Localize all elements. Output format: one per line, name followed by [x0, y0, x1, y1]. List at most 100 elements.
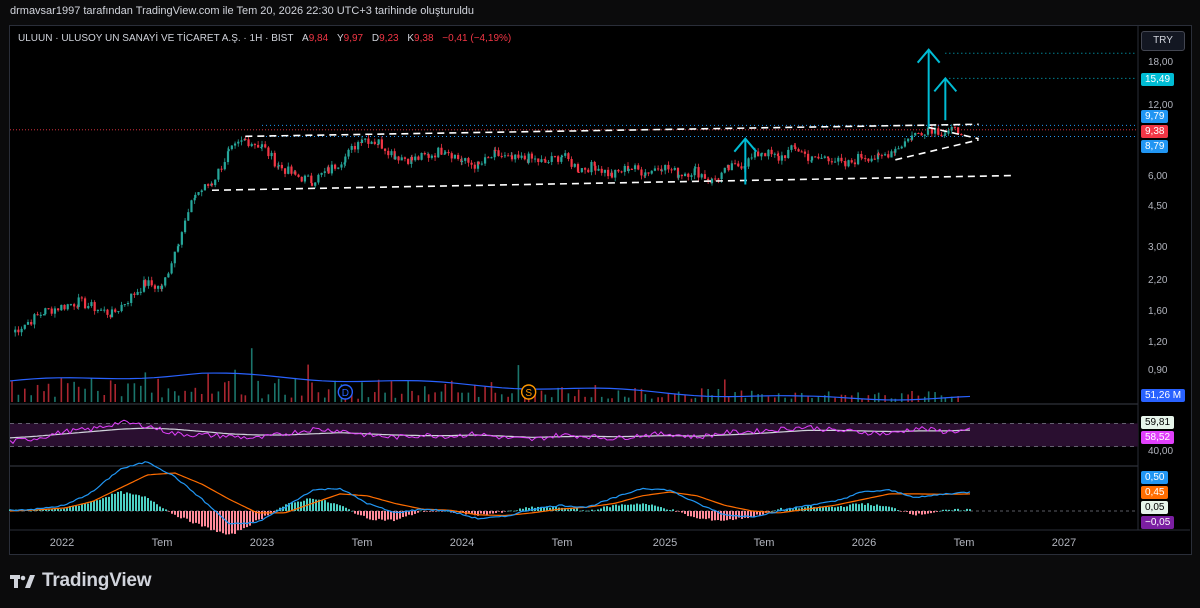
volume-bar	[617, 390, 620, 402]
macd-histogram-bar	[930, 511, 932, 514]
macd-histogram-bar	[879, 505, 881, 511]
candle-body	[303, 175, 307, 182]
currency-button[interactable]: TRY	[1141, 31, 1185, 51]
macd-histogram-bar	[684, 511, 686, 514]
candle-body	[114, 309, 117, 312]
macd-histogram-bar	[867, 503, 869, 511]
macd-histogram-bar	[81, 504, 83, 511]
candle-body	[564, 153, 567, 156]
volume-bar	[66, 383, 69, 402]
macd-histogram-bar	[693, 511, 695, 518]
candle-body	[117, 311, 120, 313]
candle-body	[844, 161, 847, 167]
candle-body	[203, 184, 207, 191]
macd-histogram-bar	[375, 511, 377, 521]
volume-bar	[644, 394, 647, 402]
candle-body	[750, 157, 753, 159]
hist-tag: 0,05	[1141, 501, 1169, 514]
candle-body	[14, 329, 17, 333]
volume-bar	[944, 398, 947, 402]
macd-histogram-bar	[162, 508, 164, 511]
price-tick: 0,90	[1148, 365, 1168, 376]
volume-bar	[500, 394, 503, 402]
macd-histogram-bar	[624, 504, 626, 511]
volume-bar	[277, 378, 280, 402]
candle-body	[314, 182, 317, 186]
candle-body	[42, 314, 46, 316]
volume-bar	[677, 391, 680, 402]
candle-body	[700, 174, 703, 178]
candle-body	[753, 151, 757, 158]
candle-body	[620, 171, 623, 173]
candle-body	[63, 304, 66, 310]
candle-body	[907, 138, 910, 142]
candle-body	[270, 152, 273, 157]
candle-body	[17, 329, 20, 333]
candle-body	[770, 149, 773, 155]
price-tick: 4,50	[1148, 201, 1168, 212]
candle-body	[450, 153, 453, 159]
macd-histogram-bar	[66, 508, 68, 511]
volume-bar	[800, 392, 803, 402]
volume-bar	[457, 392, 459, 402]
macd-histogram-bar	[93, 500, 95, 511]
chart-canvas[interactable]: DS	[0, 0, 1200, 608]
candle-body	[220, 168, 223, 170]
macd-histogram-bar	[75, 505, 77, 511]
candle-body	[123, 304, 126, 306]
candle-body	[73, 304, 76, 307]
macd-histogram-bar	[600, 508, 602, 511]
volume-bar	[417, 395, 420, 402]
macd-tag: 0,50	[1141, 471, 1169, 484]
candle-body	[77, 297, 80, 307]
candle-body	[747, 158, 750, 167]
candle-body	[260, 144, 264, 147]
volume-bar	[550, 397, 553, 402]
volume-bar	[157, 378, 159, 402]
candle-body	[817, 156, 820, 159]
rsi-band	[10, 423, 1138, 447]
macd-histogram-bar	[153, 501, 155, 511]
candle-body	[253, 144, 257, 146]
candle-body	[227, 149, 230, 152]
macd-histogram-bar	[144, 496, 146, 511]
volume-bar	[724, 379, 726, 402]
macd-histogram-bar	[675, 511, 677, 512]
macd-histogram-bar	[642, 503, 644, 511]
candle-body	[320, 172, 323, 175]
candle-body	[577, 171, 580, 173]
macd-histogram-bar	[591, 509, 593, 511]
macd-histogram-bar	[609, 507, 611, 511]
tradingview-logo[interactable]: TradingView	[10, 570, 152, 592]
macd-histogram-bar	[381, 511, 383, 520]
volume-bar	[884, 395, 886, 402]
macd-histogram-bar	[678, 511, 680, 512]
macd-histogram-bar	[855, 503, 857, 511]
macd-histogram-bar	[222, 511, 224, 534]
candle-body	[390, 151, 393, 156]
candle-body	[433, 155, 437, 158]
macd-histogram-bar	[147, 498, 149, 511]
macd-histogram-bar	[297, 501, 299, 511]
candle-body	[533, 158, 537, 160]
volume-bar	[434, 392, 436, 402]
candle-body	[583, 168, 587, 170]
macd-histogram-bar	[594, 510, 596, 512]
macd-histogram-bar	[720, 511, 722, 521]
candle-body	[294, 171, 297, 175]
macd-histogram-bar	[183, 511, 185, 518]
candle-body	[873, 158, 876, 160]
x-tick: 2022	[49, 537, 75, 549]
x-tick: 2024	[449, 537, 475, 549]
candle-body	[387, 150, 390, 156]
macd-histogram-bar	[351, 510, 353, 512]
macd-histogram-bar	[216, 511, 218, 533]
macd-histogram-bar	[414, 511, 416, 514]
volume-bar	[757, 394, 759, 402]
candle-body	[210, 183, 214, 186]
candle-body	[93, 302, 96, 312]
candle-body	[730, 163, 733, 171]
macd-histogram-bar	[636, 503, 638, 511]
macd-histogram-bar	[366, 511, 368, 519]
candle-body	[464, 158, 467, 161]
